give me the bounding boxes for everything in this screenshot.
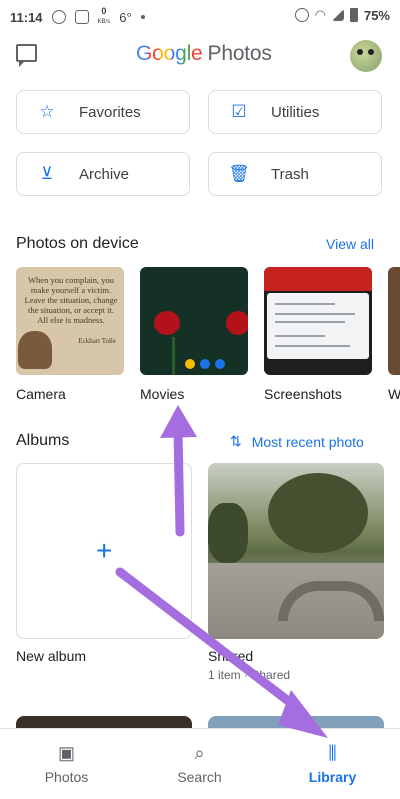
annotation-arrows xyxy=(115,405,328,738)
arrow-up-icon xyxy=(160,405,197,537)
arrow-down-right-icon xyxy=(115,567,328,738)
